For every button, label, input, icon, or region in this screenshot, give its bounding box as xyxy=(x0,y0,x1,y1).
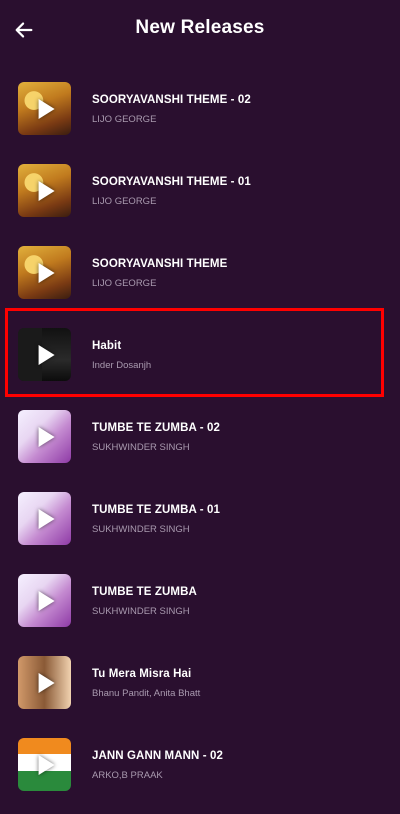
song-item[interactable]: Habit Inder Dosanjh xyxy=(0,313,400,395)
play-icon[interactable] xyxy=(38,426,55,447)
song-artwork[interactable] xyxy=(18,164,71,217)
new-releases-screen: New Releases SOORYAVANSHI THEME - 02 LIJO… xyxy=(0,0,400,814)
play-icon[interactable] xyxy=(38,98,55,119)
play-icon[interactable] xyxy=(38,344,55,365)
song-title: SOORYAVANSHI THEME - 02 xyxy=(92,94,251,106)
song-artist: Inder Dosanjh xyxy=(92,360,152,371)
song-meta: TUMBE TE ZUMBA - 02 SUKHWINDER SINGH xyxy=(92,422,380,453)
header: New Releases xyxy=(0,0,400,60)
song-artwork[interactable] xyxy=(18,492,71,545)
song-artist: Bhanu Pandit, Anita Bhatt xyxy=(92,688,201,699)
song-artwork[interactable] xyxy=(18,82,71,135)
song-title: SOORYAVANSHI THEME - 01 xyxy=(92,176,251,188)
song-artist: LIJO GEORGE xyxy=(92,278,157,289)
play-icon[interactable] xyxy=(38,180,55,201)
song-title: SOORYAVANSHI THEME xyxy=(92,258,228,270)
play-icon[interactable] xyxy=(38,262,55,283)
song-artwork[interactable] xyxy=(18,328,71,381)
page-title: New Releases xyxy=(135,17,265,38)
song-artwork[interactable] xyxy=(18,738,71,791)
song-title: TUMBE TE ZUMBA - 02 xyxy=(92,422,220,434)
song-item[interactable]: TUMBE TE ZUMBA SUKHWINDER SINGH xyxy=(0,559,400,641)
song-item[interactable]: Tu Mera Misra Hai Bhanu Pandit, Anita Bha… xyxy=(0,641,400,723)
song-meta: Habit Inder Dosanjh xyxy=(92,340,380,371)
song-artwork[interactable] xyxy=(18,246,71,299)
song-meta: TUMBE TE ZUMBA SUKHWINDER SINGH xyxy=(92,586,380,617)
song-title: Tu Mera Misra Hai xyxy=(92,668,192,680)
song-meta: SOORYAVANSHI THEME - 02 LIJO GEORGE xyxy=(92,94,380,125)
song-title: JANN GANN MANN - 02 xyxy=(92,750,223,762)
song-title: TUMBE TE ZUMBA - 01 xyxy=(92,504,220,516)
play-icon[interactable] xyxy=(38,508,55,529)
song-item[interactable]: SOORYAVANSHI THEME - 02 LIJO GEORGE xyxy=(0,67,400,149)
song-artwork[interactable] xyxy=(18,574,71,627)
play-icon[interactable] xyxy=(38,754,55,775)
song-artist: LIJO GEORGE xyxy=(92,196,157,207)
song-item[interactable]: TUMBE TE ZUMBA - 02 SUKHWINDER SINGH xyxy=(0,395,400,477)
song-meta: SOORYAVANSHI THEME LIJO GEORGE xyxy=(92,258,380,289)
song-title: TUMBE TE ZUMBA xyxy=(92,586,197,598)
song-artwork[interactable] xyxy=(18,410,71,463)
song-item[interactable]: TUMBE TE ZUMBA - 01 SUKHWINDER SINGH xyxy=(0,477,400,559)
song-item[interactable]: SOORYAVANSHI THEME - 01 LIJO GEORGE xyxy=(0,149,400,231)
song-item[interactable]: SOORYAVANSHI THEME LIJO GEORGE xyxy=(0,231,400,313)
song-item[interactable]: JANN GANN MANN - 02 ARKO,B PRAAK xyxy=(0,723,400,805)
song-artist: ARKO,B PRAAK xyxy=(92,770,163,781)
song-artist: LIJO GEORGE xyxy=(92,114,157,125)
play-icon[interactable] xyxy=(38,672,55,693)
song-meta: Tu Mera Misra Hai Bhanu Pandit, Anita Bha… xyxy=(92,668,380,699)
song-artist: SUKHWINDER SINGH xyxy=(92,606,190,617)
song-artwork[interactable] xyxy=(18,656,71,709)
song-meta: SOORYAVANSHI THEME - 01 LIJO GEORGE xyxy=(92,176,380,207)
song-meta: TUMBE TE ZUMBA - 01 SUKHWINDER SINGH xyxy=(92,504,380,535)
song-list: SOORYAVANSHI THEME - 02 LIJO GEORGE SOORYA… xyxy=(0,67,400,805)
play-icon[interactable] xyxy=(38,590,55,611)
song-title: Habit xyxy=(92,340,122,352)
song-artist: SUKHWINDER SINGH xyxy=(92,442,190,453)
song-meta: JANN GANN MANN - 02 ARKO,B PRAAK xyxy=(92,750,380,781)
song-artist: SUKHWINDER SINGH xyxy=(92,524,190,535)
